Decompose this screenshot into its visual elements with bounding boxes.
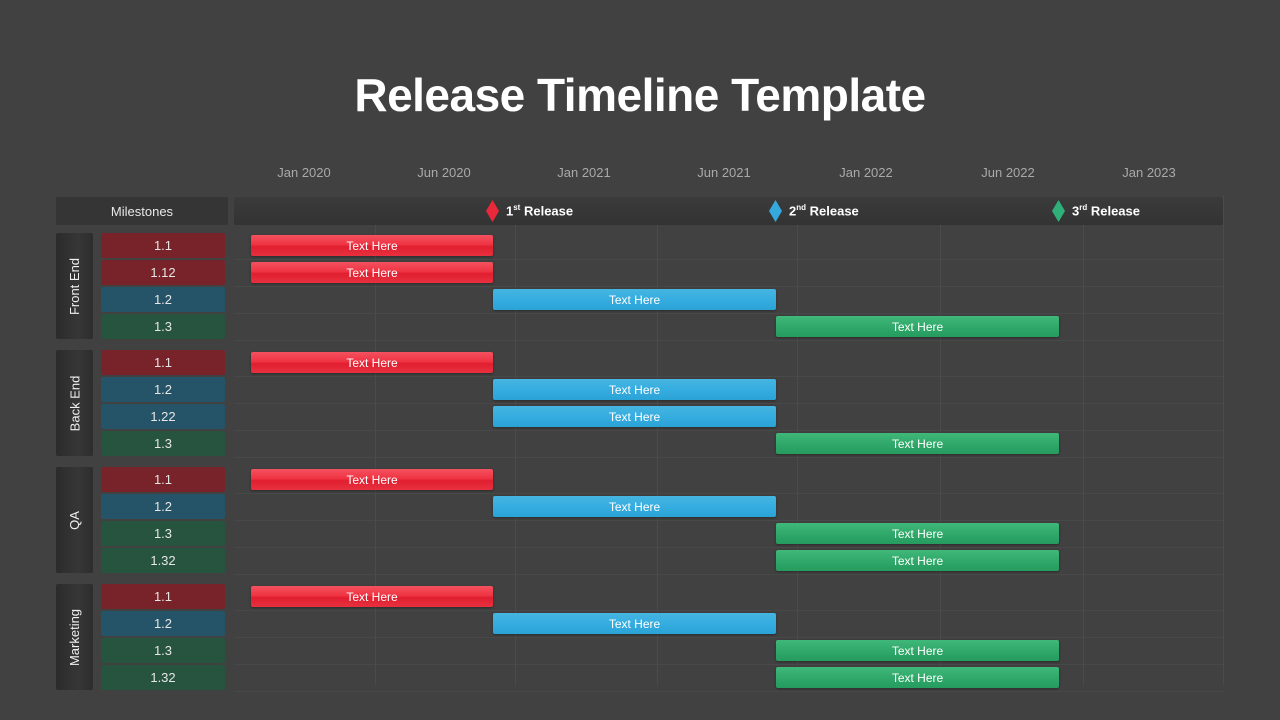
gantt-bar[interactable]: Text Here bbox=[776, 550, 1059, 571]
gridline-vertical bbox=[1083, 196, 1084, 685]
task-id-label[interactable]: 1.32 bbox=[101, 665, 225, 690]
gridline-horizontal bbox=[234, 376, 1223, 377]
gantt-bar[interactable]: Text Here bbox=[251, 235, 493, 256]
gridline-horizontal bbox=[234, 493, 1223, 494]
group-tab-label: QA bbox=[66, 510, 82, 530]
axis-tick-label: Jan 2021 bbox=[557, 165, 611, 180]
gridline-vertical bbox=[515, 196, 516, 685]
group-tab-back-end[interactable]: Back End bbox=[56, 350, 93, 456]
gridline-horizontal bbox=[234, 457, 1223, 458]
timeline-axis: Jan 2020 Jun 2020 Jan 2021 Jun 2021 Jan 2022… bbox=[234, 165, 1223, 185]
task-id-label[interactable]: 1.32 bbox=[101, 548, 225, 573]
milestones-header-bar: 1st Release 2nd Release 3rd Release bbox=[234, 197, 1223, 225]
group-tab-front-end[interactable]: Front End bbox=[56, 233, 93, 339]
task-id-label[interactable]: 1.3 bbox=[101, 314, 225, 339]
gridline-horizontal bbox=[234, 664, 1223, 665]
group-tab-marketing[interactable]: Marketing bbox=[56, 584, 93, 690]
gantt-bar[interactable]: Text Here bbox=[776, 523, 1059, 544]
group-tab-label: Marketing bbox=[67, 608, 83, 666]
task-id-label[interactable]: 1.3 bbox=[101, 521, 225, 546]
diamond-icon bbox=[769, 200, 782, 222]
task-id-label[interactable]: 1.2 bbox=[101, 494, 225, 519]
gridline-horizontal bbox=[234, 430, 1223, 431]
gridline-vertical bbox=[657, 196, 658, 685]
gantt-bar[interactable]: Text Here bbox=[493, 406, 776, 427]
gantt-bar[interactable]: Text Here bbox=[776, 640, 1059, 661]
gantt-bar[interactable]: Text Here bbox=[251, 352, 493, 373]
milestone-marker[interactable]: 1st Release bbox=[486, 197, 573, 225]
milestone-label: 3rd Release bbox=[1072, 203, 1140, 219]
gridline-horizontal bbox=[234, 286, 1223, 287]
axis-tick-label: Jun 2022 bbox=[981, 165, 1035, 180]
gantt-bar[interactable]: Text Here bbox=[493, 613, 776, 634]
task-id-label[interactable]: 1.1 bbox=[101, 233, 225, 258]
task-id-label[interactable]: 1.22 bbox=[101, 404, 225, 429]
gridline-horizontal bbox=[234, 610, 1223, 611]
task-id-label[interactable]: 1.12 bbox=[101, 260, 225, 285]
task-id-label[interactable]: 1.3 bbox=[101, 431, 225, 456]
task-id-label[interactable]: 1.2 bbox=[101, 377, 225, 402]
axis-tick-label: Jan 2022 bbox=[839, 165, 893, 180]
gridline-horizontal bbox=[234, 574, 1223, 575]
gantt-chart: Jan 2020 Jun 2020 Jan 2021 Jun 2021 Jan 2022… bbox=[0, 0, 1280, 720]
milestone-label: 1st Release bbox=[506, 203, 574, 219]
group-tab-label: Back End bbox=[67, 375, 82, 431]
gantt-bar[interactable]: Text Here bbox=[493, 496, 776, 517]
ordinal-suffix: rd bbox=[1079, 203, 1088, 213]
axis-tick-label: Jan 2023 bbox=[1122, 165, 1176, 180]
gantt-bar[interactable]: Text Here bbox=[776, 316, 1059, 337]
task-id-label[interactable]: 1.1 bbox=[101, 350, 225, 375]
gantt-bar[interactable]: Text Here bbox=[776, 433, 1059, 454]
task-id-label[interactable]: 1.3 bbox=[101, 638, 225, 663]
gantt-bar[interactable]: Text Here bbox=[493, 289, 776, 310]
gridline-horizontal bbox=[234, 403, 1223, 404]
task-id-label[interactable]: 1.1 bbox=[101, 584, 225, 609]
task-id-label[interactable]: 1.2 bbox=[101, 611, 225, 636]
gridline-vertical bbox=[1223, 196, 1224, 685]
gridline-horizontal bbox=[234, 547, 1223, 548]
milestone-marker[interactable]: 2nd Release bbox=[769, 197, 859, 225]
ordinal-suffix: st bbox=[513, 203, 521, 213]
gantt-bar[interactable]: Text Here bbox=[776, 667, 1059, 688]
gantt-bar[interactable]: Text Here bbox=[493, 379, 776, 400]
task-id-label[interactable]: 1.1 bbox=[101, 467, 225, 492]
axis-tick-label: Jan 2020 bbox=[277, 165, 331, 180]
group-tab-label: Front End bbox=[67, 257, 82, 315]
milestone-marker[interactable]: 3rd Release bbox=[1052, 197, 1140, 225]
task-id-label[interactable]: 1.2 bbox=[101, 287, 225, 312]
gridline-horizontal bbox=[234, 520, 1223, 521]
diamond-icon bbox=[486, 200, 499, 222]
group-tab-qa[interactable]: QA bbox=[56, 467, 93, 573]
milestones-label: Milestones bbox=[56, 197, 228, 225]
milestone-label: 2nd Release bbox=[789, 203, 859, 219]
gantt-bar[interactable]: Text Here bbox=[251, 586, 493, 607]
axis-tick-label: Jun 2020 bbox=[417, 165, 471, 180]
gridline-horizontal bbox=[234, 340, 1223, 341]
gridline-horizontal bbox=[234, 313, 1223, 314]
gridline-horizontal bbox=[234, 259, 1223, 260]
gridline-horizontal bbox=[234, 637, 1223, 638]
gantt-bar[interactable]: Text Here bbox=[251, 262, 493, 283]
axis-tick-label: Jun 2021 bbox=[697, 165, 751, 180]
gridline-horizontal bbox=[234, 691, 1223, 692]
ordinal-suffix: nd bbox=[796, 203, 807, 213]
gantt-bar[interactable]: Text Here bbox=[251, 469, 493, 490]
diamond-icon bbox=[1052, 200, 1065, 222]
